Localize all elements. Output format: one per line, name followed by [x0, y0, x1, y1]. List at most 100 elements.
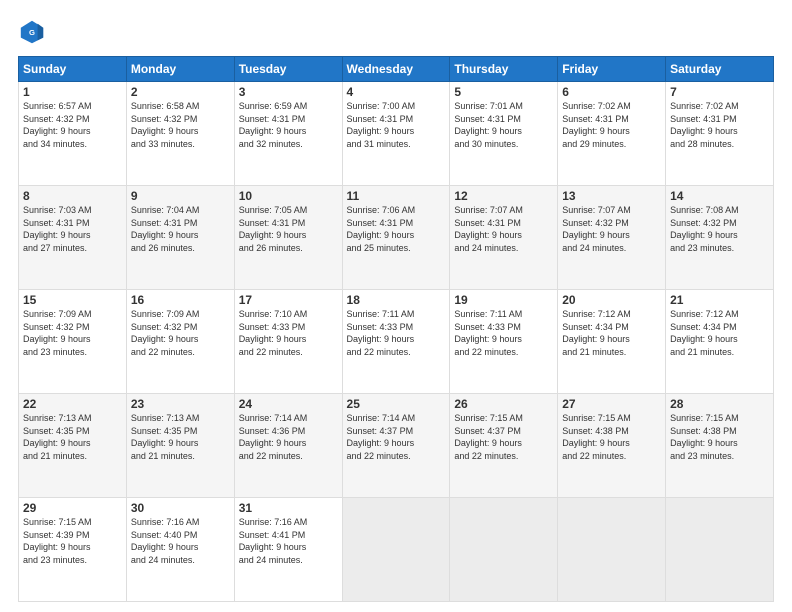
day-number: 2 — [131, 85, 230, 99]
page: G SundayMondayTuesdayWednesdayThursdayFr… — [0, 0, 792, 612]
day-info: Sunrise: 7:02 AM Sunset: 4:31 PM Dayligh… — [562, 100, 661, 150]
day-number: 19 — [454, 293, 553, 307]
day-number: 28 — [670, 397, 769, 411]
day-info: Sunrise: 7:11 AM Sunset: 4:33 PM Dayligh… — [347, 308, 446, 358]
day-info: Sunrise: 7:05 AM Sunset: 4:31 PM Dayligh… — [239, 204, 338, 254]
calendar-cell: 1Sunrise: 6:57 AM Sunset: 4:32 PM Daylig… — [19, 82, 127, 186]
day-number: 23 — [131, 397, 230, 411]
day-number: 22 — [23, 397, 122, 411]
day-info: Sunrise: 7:13 AM Sunset: 4:35 PM Dayligh… — [23, 412, 122, 462]
calendar-cell: 5Sunrise: 7:01 AM Sunset: 4:31 PM Daylig… — [450, 82, 558, 186]
calendar-cell: 9Sunrise: 7:04 AM Sunset: 4:31 PM Daylig… — [126, 186, 234, 290]
calendar-week-row: 8Sunrise: 7:03 AM Sunset: 4:31 PM Daylig… — [19, 186, 774, 290]
calendar-cell: 14Sunrise: 7:08 AM Sunset: 4:32 PM Dayli… — [666, 186, 774, 290]
day-number: 26 — [454, 397, 553, 411]
day-info: Sunrise: 6:58 AM Sunset: 4:32 PM Dayligh… — [131, 100, 230, 150]
calendar-cell: 15Sunrise: 7:09 AM Sunset: 4:32 PM Dayli… — [19, 290, 127, 394]
day-number: 25 — [347, 397, 446, 411]
calendar-day-header: Thursday — [450, 57, 558, 82]
day-info: Sunrise: 7:08 AM Sunset: 4:32 PM Dayligh… — [670, 204, 769, 254]
day-info: Sunrise: 7:07 AM Sunset: 4:32 PM Dayligh… — [562, 204, 661, 254]
day-info: Sunrise: 7:11 AM Sunset: 4:33 PM Dayligh… — [454, 308, 553, 358]
logo-icon: G — [18, 18, 46, 46]
day-info: Sunrise: 7:06 AM Sunset: 4:31 PM Dayligh… — [347, 204, 446, 254]
calendar-week-row: 1Sunrise: 6:57 AM Sunset: 4:32 PM Daylig… — [19, 82, 774, 186]
calendar-cell: 20Sunrise: 7:12 AM Sunset: 4:34 PM Dayli… — [558, 290, 666, 394]
calendar-cell: 24Sunrise: 7:14 AM Sunset: 4:36 PM Dayli… — [234, 394, 342, 498]
day-info: Sunrise: 7:15 AM Sunset: 4:37 PM Dayligh… — [454, 412, 553, 462]
day-info: Sunrise: 6:57 AM Sunset: 4:32 PM Dayligh… — [23, 100, 122, 150]
day-info: Sunrise: 7:12 AM Sunset: 4:34 PM Dayligh… — [562, 308, 661, 358]
day-number: 5 — [454, 85, 553, 99]
calendar-cell: 11Sunrise: 7:06 AM Sunset: 4:31 PM Dayli… — [342, 186, 450, 290]
day-number: 4 — [347, 85, 446, 99]
day-info: Sunrise: 7:16 AM Sunset: 4:41 PM Dayligh… — [239, 516, 338, 566]
day-info: Sunrise: 7:07 AM Sunset: 4:31 PM Dayligh… — [454, 204, 553, 254]
calendar-cell: 12Sunrise: 7:07 AM Sunset: 4:31 PM Dayli… — [450, 186, 558, 290]
calendar-cell: 17Sunrise: 7:10 AM Sunset: 4:33 PM Dayli… — [234, 290, 342, 394]
calendar-cell: 26Sunrise: 7:15 AM Sunset: 4:37 PM Dayli… — [450, 394, 558, 498]
day-number: 12 — [454, 189, 553, 203]
day-number: 11 — [347, 189, 446, 203]
header: G — [18, 18, 774, 46]
day-number: 10 — [239, 189, 338, 203]
day-number: 20 — [562, 293, 661, 307]
calendar-cell: 16Sunrise: 7:09 AM Sunset: 4:32 PM Dayli… — [126, 290, 234, 394]
day-number: 14 — [670, 189, 769, 203]
day-info: Sunrise: 7:01 AM Sunset: 4:31 PM Dayligh… — [454, 100, 553, 150]
calendar-cell: 7Sunrise: 7:02 AM Sunset: 4:31 PM Daylig… — [666, 82, 774, 186]
day-info: Sunrise: 7:12 AM Sunset: 4:34 PM Dayligh… — [670, 308, 769, 358]
calendar-cell — [450, 498, 558, 602]
calendar-day-header: Wednesday — [342, 57, 450, 82]
calendar-cell: 10Sunrise: 7:05 AM Sunset: 4:31 PM Dayli… — [234, 186, 342, 290]
calendar-cell: 13Sunrise: 7:07 AM Sunset: 4:32 PM Dayli… — [558, 186, 666, 290]
calendar-week-row: 29Sunrise: 7:15 AM Sunset: 4:39 PM Dayli… — [19, 498, 774, 602]
calendar-cell — [666, 498, 774, 602]
day-number: 24 — [239, 397, 338, 411]
calendar-cell: 4Sunrise: 7:00 AM Sunset: 4:31 PM Daylig… — [342, 82, 450, 186]
day-number: 13 — [562, 189, 661, 203]
day-number: 29 — [23, 501, 122, 515]
calendar-cell: 25Sunrise: 7:14 AM Sunset: 4:37 PM Dayli… — [342, 394, 450, 498]
calendar-cell: 19Sunrise: 7:11 AM Sunset: 4:33 PM Dayli… — [450, 290, 558, 394]
day-info: Sunrise: 7:14 AM Sunset: 4:36 PM Dayligh… — [239, 412, 338, 462]
calendar-cell — [558, 498, 666, 602]
day-info: Sunrise: 7:13 AM Sunset: 4:35 PM Dayligh… — [131, 412, 230, 462]
calendar-cell: 2Sunrise: 6:58 AM Sunset: 4:32 PM Daylig… — [126, 82, 234, 186]
calendar-cell: 3Sunrise: 6:59 AM Sunset: 4:31 PM Daylig… — [234, 82, 342, 186]
day-number: 21 — [670, 293, 769, 307]
svg-text:G: G — [29, 28, 35, 37]
calendar-cell: 31Sunrise: 7:16 AM Sunset: 4:41 PM Dayli… — [234, 498, 342, 602]
calendar-cell: 21Sunrise: 7:12 AM Sunset: 4:34 PM Dayli… — [666, 290, 774, 394]
day-info: Sunrise: 7:02 AM Sunset: 4:31 PM Dayligh… — [670, 100, 769, 150]
calendar-week-row: 22Sunrise: 7:13 AM Sunset: 4:35 PM Dayli… — [19, 394, 774, 498]
day-info: Sunrise: 7:15 AM Sunset: 4:38 PM Dayligh… — [670, 412, 769, 462]
day-number: 9 — [131, 189, 230, 203]
day-number: 1 — [23, 85, 122, 99]
day-number: 6 — [562, 85, 661, 99]
calendar-cell: 29Sunrise: 7:15 AM Sunset: 4:39 PM Dayli… — [19, 498, 127, 602]
calendar-cell: 28Sunrise: 7:15 AM Sunset: 4:38 PM Dayli… — [666, 394, 774, 498]
day-info: Sunrise: 7:15 AM Sunset: 4:39 PM Dayligh… — [23, 516, 122, 566]
day-info: Sunrise: 6:59 AM Sunset: 4:31 PM Dayligh… — [239, 100, 338, 150]
logo: G — [18, 18, 50, 46]
calendar-cell: 8Sunrise: 7:03 AM Sunset: 4:31 PM Daylig… — [19, 186, 127, 290]
day-info: Sunrise: 7:10 AM Sunset: 4:33 PM Dayligh… — [239, 308, 338, 358]
day-number: 27 — [562, 397, 661, 411]
day-number: 17 — [239, 293, 338, 307]
day-info: Sunrise: 7:04 AM Sunset: 4:31 PM Dayligh… — [131, 204, 230, 254]
calendar-cell: 18Sunrise: 7:11 AM Sunset: 4:33 PM Dayli… — [342, 290, 450, 394]
day-info: Sunrise: 7:16 AM Sunset: 4:40 PM Dayligh… — [131, 516, 230, 566]
calendar-cell: 22Sunrise: 7:13 AM Sunset: 4:35 PM Dayli… — [19, 394, 127, 498]
calendar-day-header: Monday — [126, 57, 234, 82]
day-number: 31 — [239, 501, 338, 515]
day-info: Sunrise: 7:03 AM Sunset: 4:31 PM Dayligh… — [23, 204, 122, 254]
calendar-header-row: SundayMondayTuesdayWednesdayThursdayFrid… — [19, 57, 774, 82]
day-number: 16 — [131, 293, 230, 307]
calendar-day-header: Friday — [558, 57, 666, 82]
calendar-table: SundayMondayTuesdayWednesdayThursdayFrid… — [18, 56, 774, 602]
day-number: 8 — [23, 189, 122, 203]
calendar-cell: 6Sunrise: 7:02 AM Sunset: 4:31 PM Daylig… — [558, 82, 666, 186]
calendar-day-header: Tuesday — [234, 57, 342, 82]
day-info: Sunrise: 7:14 AM Sunset: 4:37 PM Dayligh… — [347, 412, 446, 462]
